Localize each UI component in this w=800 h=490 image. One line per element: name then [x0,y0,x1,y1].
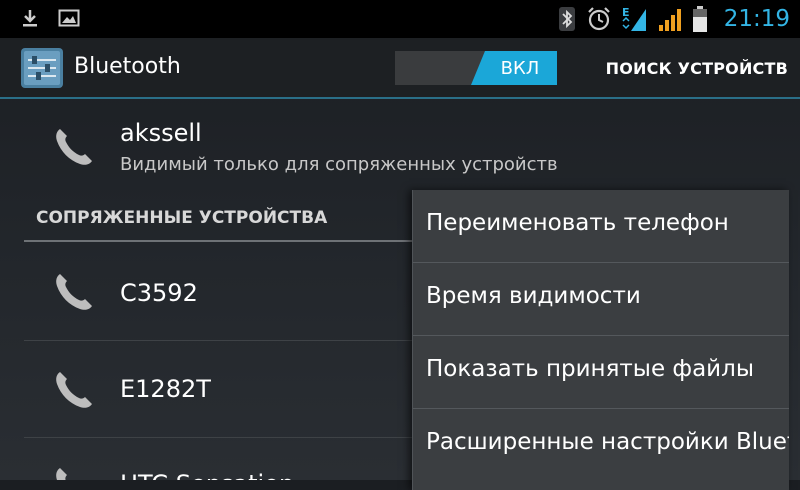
menu-item-advanced-settings[interactable]: Расширенные настройки Bluetooth [413,409,789,481]
battery-icon [692,6,707,32]
own-device-name: akssell [120,119,202,147]
own-device-visibility: Видимый только для сопряженных устройств [120,154,558,175]
toggle-on-thumb: ВКЛ [471,51,557,85]
phone-icon [56,274,92,310]
menu-item-label: Переименовать телефон [426,210,729,236]
search-devices-button[interactable]: ПОИСК УСТРОЙСТВ [606,59,788,78]
menu-item-label: Показать принятые файлы [426,356,754,382]
phone-icon [56,468,67,480]
own-device-item[interactable]: akssell Видимый только для сопряженных у… [0,99,800,195]
menu-item-show-received-files[interactable]: Показать принятые файлы [413,336,789,409]
signal-icon [658,9,681,31]
paired-device-name: HTC Sensation [120,470,294,480]
paired-devices-header: СОПРЯЖЕННЫЕ УСТРОЙСТВА [36,208,328,228]
download-icon [23,10,37,27]
toggle-label: ВКЛ [500,57,540,79]
data-signal-icon: E [622,6,646,31]
bluetooth-icon [558,7,575,31]
paired-device-name: E1282T [120,375,211,403]
bluetooth-toggle[interactable]: ВКЛ [395,51,557,85]
menu-item-visibility-timeout[interactable]: Время видимости [413,263,789,336]
action-bar: Bluetooth ВКЛ ПОИСК УСТРОЙСТВ [0,38,800,99]
page-title: Bluetooth [74,54,181,79]
section-divider [24,240,414,242]
menu-item-label: Расширенные настройки Bluetooth [426,429,789,455]
settings-app-icon[interactable] [20,47,64,89]
system-icons: E 21:19 [558,5,790,33]
menu-item-rename-phone[interactable]: Переименовать телефон [413,190,789,263]
menu-item-label: Время видимости [426,283,641,309]
phone-icon [56,129,92,165]
image-icon [58,9,80,27]
clock: 21:19 [723,6,790,32]
status-bar: E 21:19 [0,0,800,38]
svg-text:E: E [622,6,630,19]
phone-icon [56,372,92,408]
overflow-menu: Переименовать телефон Время видимости По… [412,190,789,490]
paired-device-name: C3592 [120,279,198,307]
notification-icons [20,8,80,28]
alarm-icon [587,7,610,31]
